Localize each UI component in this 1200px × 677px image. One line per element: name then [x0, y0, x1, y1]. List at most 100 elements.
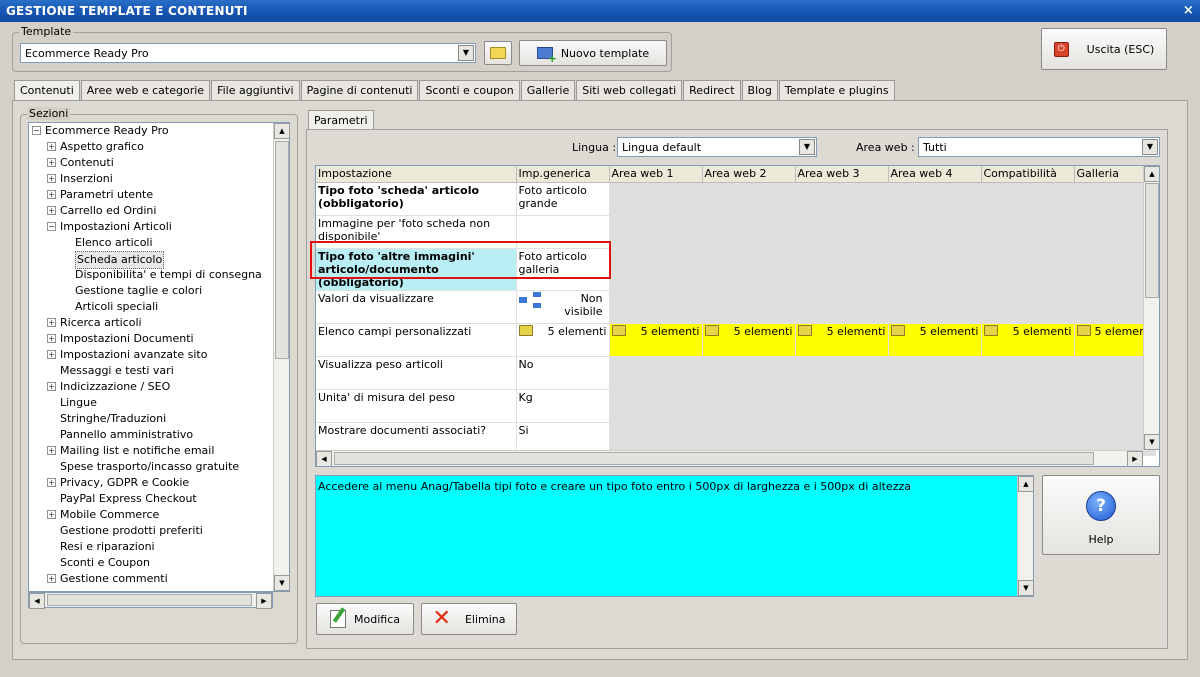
area-value-cell[interactable]	[609, 389, 703, 423]
tree-vertical-scrollbar[interactable]: ▲ ▼	[273, 123, 290, 591]
chevron-down-icon[interactable]: ▼	[458, 45, 474, 61]
template-select[interactable]: Ecommerce Ready Pro ▼	[20, 43, 476, 63]
scroll-left-icon[interactable]: ◀	[316, 451, 332, 466]
close-icon[interactable]: ×	[1183, 3, 1194, 18]
sections-tree[interactable]: − Ecommerce Ready Pro + Aspetto grafico + C…	[28, 122, 290, 592]
tree-item[interactable]: + Mobile Commerce	[29, 507, 289, 523]
generic-value-cell[interactable]: Foto articolo grande	[516, 182, 610, 216]
scroll-thumb[interactable]	[275, 141, 289, 359]
tree-item[interactable]: Scheda articolo	[29, 251, 289, 269]
new-template-button[interactable]: + Nuovo template	[519, 40, 667, 66]
tree-item[interactable]: + Mailing list e notifiche email	[29, 443, 289, 459]
help-button[interactable]: ? Help	[1042, 475, 1160, 555]
scroll-down-icon[interactable]: ▼	[1144, 434, 1159, 450]
expand-icon[interactable]: +	[47, 350, 56, 359]
area-value-cell[interactable]	[609, 290, 703, 324]
area-value-cell[interactable]	[795, 290, 889, 324]
area-value-cell[interactable]	[702, 215, 796, 249]
expand-icon[interactable]: +	[47, 142, 56, 151]
scroll-down-icon[interactable]: ▼	[1018, 580, 1034, 596]
open-folder-button[interactable]	[484, 41, 512, 65]
chevron-down-icon[interactable]: ▼	[1142, 139, 1158, 155]
area-value-cell[interactable]	[888, 290, 982, 324]
area-value-cell[interactable]: 5 elementi	[981, 323, 1075, 357]
tab-template-e-plugins[interactable]: Template e plugins	[778, 80, 895, 100]
tree-item[interactable]: + Contenuti	[29, 155, 289, 171]
elimina-button[interactable]: ✕ Elimina	[421, 603, 517, 635]
grid-h-scroll-thumb[interactable]	[334, 452, 1094, 465]
tree-item[interactable]: Articoli speciali	[29, 299, 289, 315]
area-value-cell[interactable]	[795, 356, 889, 390]
tab-redirect[interactable]: Redirect	[683, 80, 741, 100]
tree-item[interactable]: + Carrello ed Ordini	[29, 203, 289, 219]
tab-sconti-e-coupon[interactable]: Sconti e coupon	[419, 80, 520, 100]
tree-item[interactable]: + Parametri utente	[29, 187, 289, 203]
tab-parametri[interactable]: Parametri	[308, 110, 374, 131]
scroll-up-icon[interactable]: ▲	[1144, 166, 1159, 182]
area-value-cell[interactable]	[888, 356, 982, 390]
tab-file-aggiuntivi[interactable]: File aggiuntivi	[211, 80, 300, 100]
area-value-cell[interactable]	[795, 248, 889, 291]
area-value-cell[interactable]	[702, 182, 796, 216]
area-value-cell[interactable]	[981, 389, 1075, 423]
chevron-down-icon[interactable]: ▼	[799, 139, 815, 155]
area-value-cell[interactable]	[795, 389, 889, 423]
table-row[interactable]: Valori da visualizzare Non visibile	[316, 290, 1157, 324]
column-header[interactable]: Imp.generica	[516, 166, 610, 183]
collapse-icon[interactable]: −	[32, 126, 41, 135]
tree-item[interactable]: + Ricerca articoli	[29, 315, 289, 331]
tree-item[interactable]: PayPal Express Checkout	[29, 491, 289, 507]
area-value-cell[interactable]	[609, 215, 703, 249]
expand-icon[interactable]: +	[47, 334, 56, 343]
expand-icon[interactable]: +	[47, 318, 56, 327]
tree-item[interactable]: + Aspetto grafico	[29, 139, 289, 155]
tab-gallerie[interactable]: Gallerie	[520, 80, 576, 100]
tree-item[interactable]: Gestione taglie e colori	[29, 283, 289, 299]
tree-item[interactable]: Spese trasporto/incasso gratuite	[29, 459, 289, 475]
area-value-cell[interactable]: 5 elementi	[702, 323, 796, 357]
tab-siti-web-collegati[interactable]: Siti web collegati	[576, 80, 683, 100]
expand-icon[interactable]: +	[47, 174, 56, 183]
area-value-cell[interactable]	[795, 182, 889, 216]
area-value-cell[interactable]: 5 elementi	[795, 323, 889, 357]
area-value-cell[interactable]	[609, 248, 703, 291]
modifica-button[interactable]: Modifica	[316, 603, 414, 635]
tree-item[interactable]: + Impostazioni avanzate sito	[29, 347, 289, 363]
tree-item[interactable]: Gestione prodotti preferiti	[29, 523, 289, 539]
area-value-cell[interactable]	[609, 182, 703, 216]
tree-item[interactable]: Elenco articoli	[29, 235, 289, 251]
area-value-cell[interactable]	[795, 215, 889, 249]
area-value-cell[interactable]	[702, 290, 796, 324]
generic-value-cell[interactable]: Non visibile	[516, 290, 610, 324]
area-value-cell[interactable]	[981, 215, 1075, 249]
area-value-cell[interactable]	[702, 389, 796, 423]
area-value-cell[interactable]	[981, 182, 1075, 216]
help-text-box[interactable]: Accedere al menu Anag/Tabella tipi foto …	[315, 475, 1034, 597]
area-value-cell[interactable]	[702, 248, 796, 291]
area-value-cell[interactable]	[981, 248, 1075, 291]
table-row[interactable]: Elenco campi personalizzati 5 elementi 5 e…	[316, 323, 1157, 357]
area-web-select[interactable]: Tutti ▼	[918, 137, 1160, 157]
scroll-up-icon[interactable]: ▲	[1018, 476, 1034, 492]
tree-item[interactable]: Disponibilita' e tempi di consegna	[29, 267, 289, 283]
expand-icon[interactable]: +	[47, 158, 56, 167]
grid-scroll-thumb[interactable]	[1145, 183, 1159, 298]
table-row[interactable]: Unita' di misura del peso Kg	[316, 389, 1157, 423]
info-vertical-scrollbar[interactable]: ▲ ▼	[1017, 476, 1034, 596]
column-header[interactable]: Area web 4	[888, 166, 982, 183]
tab-aree-web-e-categorie[interactable]: Aree web e categorie	[80, 80, 211, 100]
scroll-up-icon[interactable]: ▲	[274, 123, 290, 139]
scroll-right-icon[interactable]: ▶	[256, 593, 272, 609]
grid-horizontal-scrollbar[interactable]: ◀ ▶	[316, 450, 1143, 466]
expand-icon[interactable]: +	[47, 574, 56, 583]
collapse-icon[interactable]: −	[47, 222, 56, 231]
area-value-cell[interactable]	[888, 182, 982, 216]
tree-horizontal-scrollbar[interactable]: ◀ ▶	[28, 592, 273, 609]
tab-contenuti[interactable]: Contenuti	[14, 80, 80, 101]
area-value-cell[interactable]: 5 elementi	[609, 323, 703, 357]
exit-button[interactable]: ⏻ Uscita (ESC)	[1041, 28, 1167, 70]
table-row[interactable]: Tipo foto 'scheda' articolo (obbligatori…	[316, 182, 1157, 216]
tree-item[interactable]: + Privacy, GDPR e Cookie	[29, 475, 289, 491]
column-header[interactable]: Impostazione	[316, 166, 517, 183]
area-value-cell[interactable]	[888, 215, 982, 249]
